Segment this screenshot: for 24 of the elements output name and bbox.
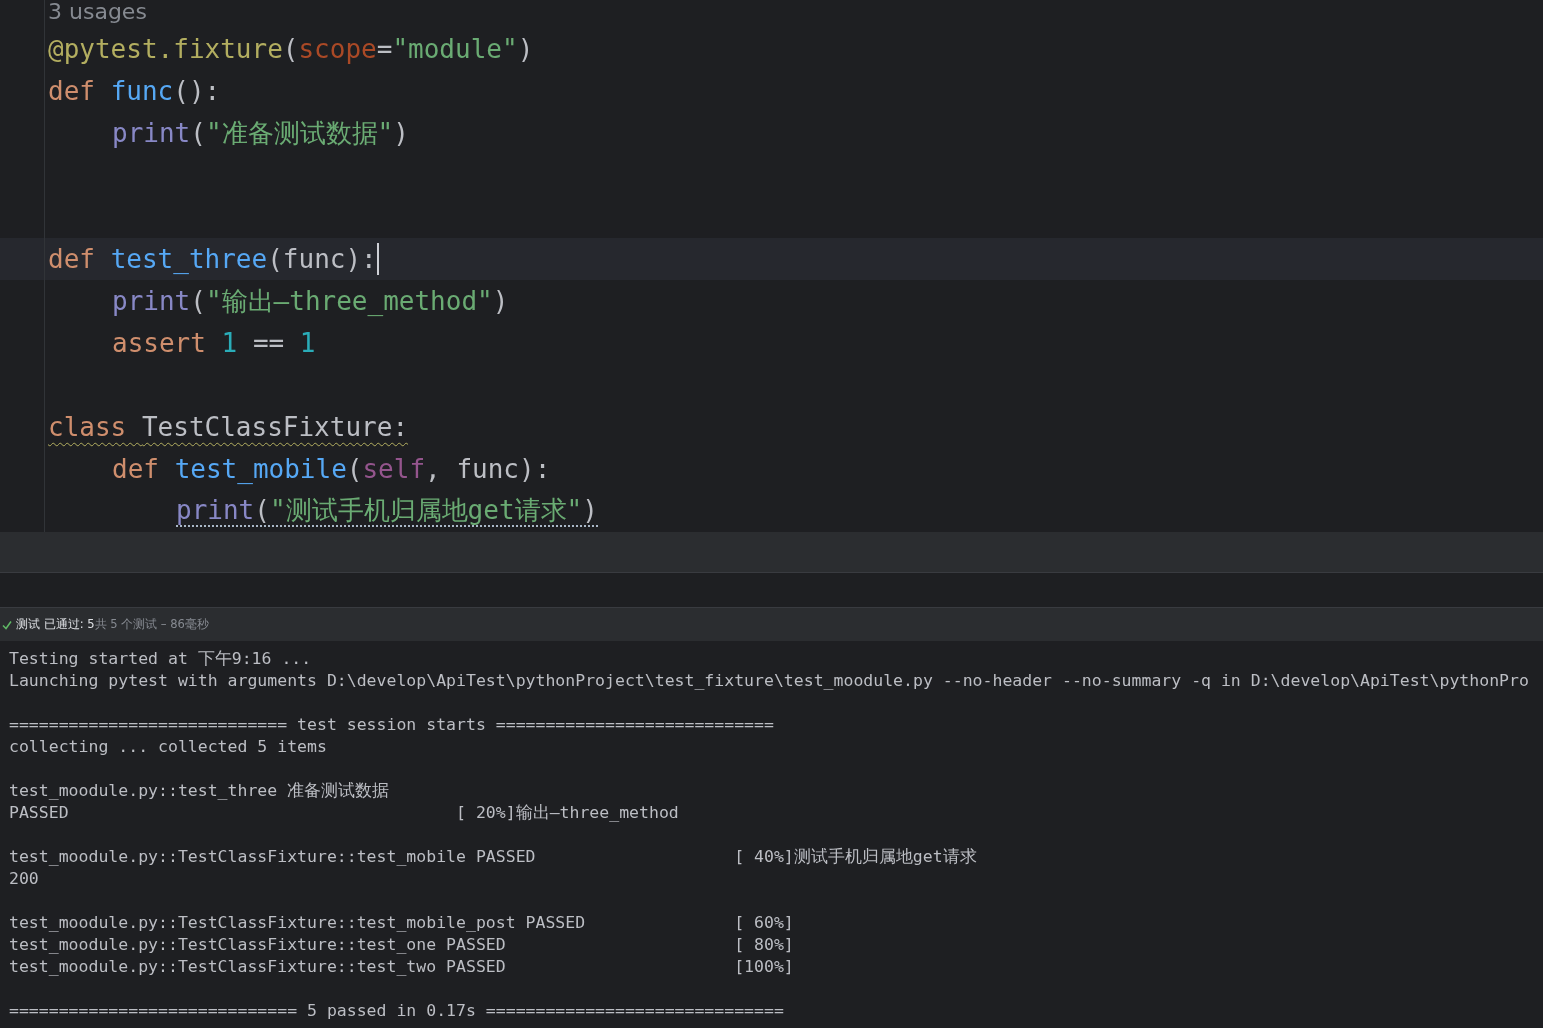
code-line: def func():: [48, 75, 221, 107]
console-line: test_moodule.py::TestClassFixture::test_one PASSED [ 80%]: [9, 934, 794, 956]
code-line: print("输出—three_method"): [112, 285, 509, 317]
code-line: print("测试手机归属地get请求"): [176, 495, 598, 527]
code-line: print("准备测试数据"): [112, 117, 409, 149]
code-line: class TestClassFixture:: [48, 411, 409, 443]
console-line: test_moodule.py::TestClassFixture::test_mobile_post PASSED [ 60%]: [9, 912, 794, 934]
code-line: assert 1 == 1: [112, 327, 316, 359]
test-summary: 测试 已通过: 5: [16, 617, 95, 632]
console-line: test_moodule.py::test_three 准备测试数据: [9, 780, 390, 802]
code-line: def test_three(func):: [48, 243, 377, 275]
test-detail: 共 5 个测试 – 86毫秒: [94, 617, 209, 632]
code-line: def test_mobile(self, func):: [112, 453, 551, 485]
console-line: test_moodule.py::TestClassFixture::test_mobile PASSED [ 40%]测试手机归属地get请求: [9, 846, 977, 868]
console-line: ============================= 5 passed in 0.17s ==============================: [9, 1000, 784, 1022]
console-line: collecting ... collected 5 items: [9, 736, 327, 758]
console-line: PASSED [ 20%]输出—three_method: [9, 802, 679, 824]
console-line: Launching pytest with arguments D:\develop\ApiTest\pythonProject\test_fixture\test_moodule.py --no-header --no-summary -q in D:\develop\ApiTest\pythonPro: [9, 670, 1529, 692]
usages-hint[interactable]: 3 usages: [48, 0, 147, 28]
code-line: @pytest.fixture(scope="module"): [48, 33, 534, 65]
console-line: Testing started at 下午9:16 ...: [9, 648, 312, 670]
console-line: ============================ test session starts ============================: [9, 714, 774, 736]
console-line: test_moodule.py::TestClassFixture::test_two PASSED [100%]: [9, 956, 794, 978]
console-line: 200: [9, 868, 39, 890]
